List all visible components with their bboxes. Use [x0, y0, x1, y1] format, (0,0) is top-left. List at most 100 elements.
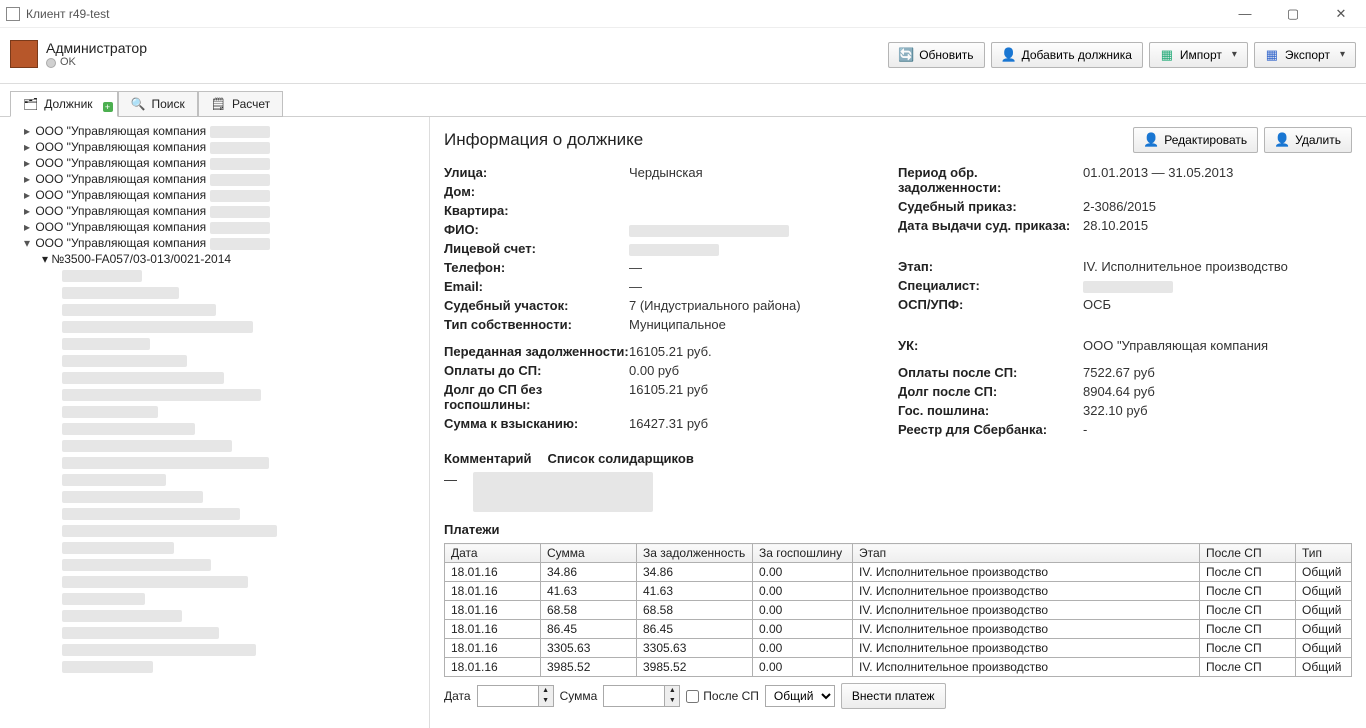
tree-sub-item[interactable] — [4, 335, 425, 352]
flat-label: Квартира: — [444, 203, 629, 218]
tree-sub-item[interactable] — [4, 522, 425, 539]
comment-value: — — [444, 472, 457, 512]
street-value: Чердынская — [629, 165, 703, 180]
payments-header-row: Дата Сумма За задолженность За госпошлин… — [445, 544, 1352, 563]
table-row[interactable]: 18.01.1641.6341.630.00IV. Исполнительное… — [445, 582, 1352, 601]
tree-sub-item[interactable] — [4, 403, 425, 420]
tree-company-item[interactable]: ▸ ООО "Управляющая компания — [4, 203, 425, 219]
maximize-button[interactable]: ▢ — [1278, 6, 1308, 22]
debt-before-value: 16105.21 руб — [629, 382, 708, 412]
col-type[interactable]: Тип — [1296, 544, 1352, 563]
tree-sub-item[interactable] — [4, 488, 425, 505]
col-fee[interactable]: За госпошлину — [753, 544, 853, 563]
tree-sub-item[interactable] — [4, 352, 425, 369]
tree-sub-item[interactable] — [4, 573, 425, 590]
col-aftersp[interactable]: После СП — [1200, 544, 1296, 563]
delete-button[interactable]: 👤 Удалить — [1264, 127, 1352, 153]
tree-sub-item[interactable] — [4, 641, 425, 658]
tree-company-label: ООО "Управляющая компания — [35, 124, 206, 138]
refresh-button[interactable]: 🔄 Обновить — [888, 42, 984, 68]
tree-company-item[interactable]: ▸ ООО "Управляющая компания — [4, 219, 425, 235]
phone-label: Телефон: — [444, 260, 629, 275]
osp-value: ОСБ — [1083, 297, 1111, 312]
tree-case-item[interactable]: ▾ №3500-FA057/03-013/0021-2014 — [4, 251, 425, 267]
table-row[interactable]: 18.01.1634.8634.860.00IV. Исполнительное… — [445, 563, 1352, 582]
after-sp-checkbox-input[interactable] — [686, 690, 699, 703]
cell-after_sp: После СП — [1200, 658, 1296, 677]
tree-sub-item[interactable] — [4, 267, 425, 284]
app-icon — [6, 7, 20, 21]
tree-sub-item[interactable] — [4, 318, 425, 335]
tree-sub-item[interactable] — [4, 624, 425, 641]
spin-down-icon[interactable]: ▼ — [539, 696, 553, 706]
tab-search[interactable]: 🔍 Поиск — [118, 91, 198, 117]
user-name: Администратор — [46, 40, 147, 57]
tree-sub-item[interactable] — [4, 607, 425, 624]
sum-spinner[interactable]: ▲▼ — [603, 685, 680, 707]
sidebar-tree[interactable]: ▸ ООО "Управляющая компания ▸ ООО "Управ… — [0, 117, 430, 728]
cell-debt: 34.86 — [637, 563, 753, 582]
tree-sub-item[interactable] — [4, 505, 425, 522]
tab-debtor[interactable]: 🗂 Должник + — [10, 91, 118, 117]
tree-sub-item[interactable] — [4, 284, 425, 301]
tree-company-item[interactable]: ▸ ООО "Управляющая компания — [4, 187, 425, 203]
col-sum[interactable]: Сумма — [541, 544, 637, 563]
tree-arrow-icon: ▸ — [22, 220, 32, 234]
tree-sub-item[interactable] — [4, 471, 425, 488]
spin-up-icon[interactable]: ▲ — [539, 686, 553, 696]
import-button[interactable]: ▦ Импорт ▾ — [1149, 42, 1248, 68]
after-sp-checkbox[interactable]: После СП — [686, 689, 759, 703]
tree-company-item[interactable]: ▸ ООО "Управляющая компания — [4, 171, 425, 187]
tree-sub-item[interactable] — [4, 590, 425, 607]
table-row[interactable]: 18.01.1686.4586.450.00IV. Исполнительное… — [445, 620, 1352, 639]
minimize-button[interactable]: — — [1230, 6, 1260, 22]
debtor-detail-panel: Информация о должнике 👤 Редактировать 👤 … — [430, 117, 1366, 728]
export-button[interactable]: ▦ Экспорт ▾ — [1254, 42, 1356, 68]
col-date[interactable]: Дата — [445, 544, 541, 563]
tree-company-label: ООО "Управляющая компания — [35, 204, 206, 218]
tree-company-item[interactable]: ▾ ООО "Управляющая компания — [4, 235, 425, 251]
cell-date: 18.01.16 — [445, 601, 541, 620]
col-debt[interactable]: За задолженность — [637, 544, 753, 563]
tree-sub-item[interactable] — [4, 420, 425, 437]
add-debtor-button[interactable]: 👤 Добавить должника — [991, 42, 1143, 68]
plus-badge-icon: + — [103, 102, 113, 112]
order-label: Судебный приказ: — [898, 199, 1083, 214]
cell-after_sp: После СП — [1200, 601, 1296, 620]
cell-type: Общий — [1296, 601, 1352, 620]
tree-sub-item[interactable] — [4, 454, 425, 471]
submit-payment-button[interactable]: Внести платеж — [841, 683, 946, 709]
tree-sub-item[interactable] — [4, 437, 425, 454]
table-row[interactable]: 18.01.163305.633305.630.00IV. Исполнител… — [445, 639, 1352, 658]
tree-company-item[interactable]: ▸ ООО "Управляющая компания — [4, 139, 425, 155]
tree-sub-item[interactable] — [4, 301, 425, 318]
edit-button[interactable]: 👤 Редактировать — [1133, 127, 1258, 153]
date-spinner[interactable]: ▲▼ — [477, 685, 554, 707]
spin-up-icon[interactable]: ▲ — [665, 686, 679, 696]
payments-title: Платежи — [444, 522, 1352, 537]
tab-calc[interactable]: 🗒 Расчет — [198, 91, 283, 117]
tree-company-item[interactable]: ▸ ООО "Управляющая компания — [4, 123, 425, 139]
tree-company-item[interactable]: ▸ ООО "Управляющая компания — [4, 155, 425, 171]
cell-stage: IV. Исполнительное производство — [853, 658, 1200, 677]
col-stage[interactable]: Этап — [853, 544, 1200, 563]
close-button[interactable]: ✕ — [1326, 6, 1356, 22]
sum-input[interactable] — [604, 686, 664, 706]
cell-stage: IV. Исполнительное производство — [853, 620, 1200, 639]
tree-sub-item[interactable] — [4, 369, 425, 386]
debt-after-label: Долг после СП: — [898, 384, 1083, 399]
tree-sub-item[interactable] — [4, 556, 425, 573]
tree-sub-item[interactable] — [4, 386, 425, 403]
window-controls: — ▢ ✕ — [1230, 6, 1360, 22]
email-label: Email: — [444, 279, 629, 294]
spin-down-icon[interactable]: ▼ — [665, 696, 679, 706]
tree-sub-item[interactable] — [4, 539, 425, 556]
table-row[interactable]: 18.01.1668.5868.580.00IV. Исполнительное… — [445, 601, 1352, 620]
tree-sub-item[interactable] — [4, 658, 425, 675]
type-select[interactable]: Общий — [765, 685, 835, 707]
solidar-list-placeholder — [473, 472, 653, 512]
table-row[interactable]: 18.01.163985.523985.520.00IV. Исполнител… — [445, 658, 1352, 677]
cell-stage: IV. Исполнительное производство — [853, 563, 1200, 582]
comment-label: Комментарий — [444, 451, 532, 466]
date-input[interactable] — [478, 686, 538, 706]
